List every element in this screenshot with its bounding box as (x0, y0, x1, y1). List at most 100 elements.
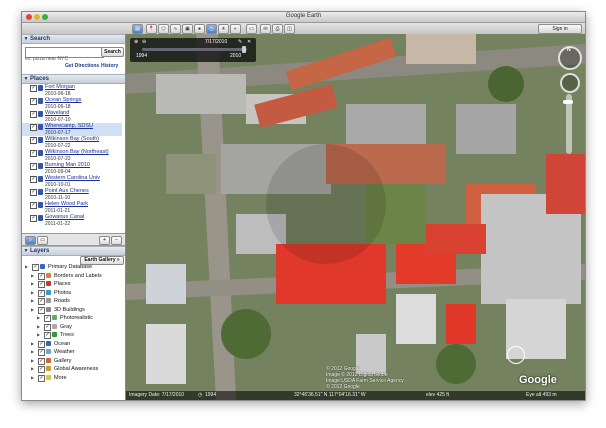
add-icon[interactable]: + (99, 236, 110, 245)
expand-arrow-icon[interactable]: ▶ (31, 357, 34, 365)
layer-item[interactable]: ▶ ✓ Photorealistic (22, 314, 125, 322)
sign-in-button[interactable]: Sign in (538, 24, 582, 34)
layer-checkbox[interactable]: ✓ (38, 298, 45, 305)
north-indicator[interactable]: N (567, 47, 571, 53)
zoom-slider-knob[interactable] (563, 100, 573, 104)
list-item[interactable]: ✓ Gowanus Canal 2011-01-22 (22, 214, 122, 227)
slider-handle[interactable] (242, 46, 246, 53)
place-name[interactable]: Burning Man 2010 (45, 162, 122, 168)
map-view[interactable]: ⊕ ⊖ 7/17/2010 ✎ ✕ 1994 2010 N © 2012 Goo… (126, 34, 585, 400)
list-item[interactable]: ✓ Helen Wood Park 2011-01-21 (22, 201, 122, 214)
layer-checkbox[interactable]: ✓ (38, 289, 45, 297)
layer-label[interactable]: Roads (54, 297, 70, 305)
checkbox[interactable]: ✓ (30, 137, 37, 144)
close-icon[interactable]: ✕ (247, 39, 251, 45)
layer-label[interactable]: Primary Database (48, 263, 92, 271)
slider-track[interactable] (142, 48, 247, 51)
layer-checkbox[interactable]: ✓ (38, 281, 45, 288)
checkbox[interactable]: ✓ (30, 98, 37, 105)
list-item[interactable]: ✓ Fort Morgan 2010-06-18 (22, 84, 122, 97)
layer-item[interactable]: ▶ ✓ Gallery (22, 357, 125, 365)
layer-checkbox[interactable]: ✓ (44, 323, 51, 331)
list-item[interactable]: ✓ Western Carolina Univ 2010-10-01 (22, 175, 122, 188)
layer-label[interactable]: Photorealistic (60, 314, 93, 322)
layer-checkbox[interactable]: ✓ (32, 264, 39, 271)
layer-label[interactable]: Photos (54, 289, 71, 297)
expand-arrow-icon[interactable]: ▶ (37, 323, 40, 331)
list-item[interactable]: ✓ Wherecamp, SDSU 2010-07-17 (22, 123, 122, 136)
history-link[interactable]: History (101, 63, 118, 69)
layer-label[interactable]: Borders and Labels (54, 272, 102, 280)
layer-item[interactable]: ▶ ✓ Trees (22, 331, 125, 339)
history-clock-icon[interactable]: ◷ (198, 391, 202, 400)
expand-arrow-icon[interactable]: ▶ (37, 314, 40, 322)
tour-guide-icon[interactable] (507, 346, 525, 364)
layer-label[interactable]: Global Awareness (54, 365, 98, 373)
place-name[interactable]: Wilkinson Bay (Northeast) (45, 149, 122, 155)
historical-imagery-icon[interactable]: ◷ (206, 24, 217, 34)
get-directions-link[interactable]: Get Directions (65, 63, 99, 69)
checkbox[interactable]: ✓ (30, 163, 37, 170)
layer-item[interactable]: ▶ ✓ Borders and Labels (22, 272, 125, 280)
email-icon[interactable]: ✉ (260, 24, 271, 34)
wrench-icon[interactable]: ✎ (238, 39, 242, 45)
folder-icon[interactable]: ▭ (37, 236, 48, 245)
places-panel-header[interactable]: ▼ Places (22, 74, 125, 84)
print-icon[interactable]: ⎙ (272, 24, 283, 34)
layer-label[interactable]: Places (54, 280, 71, 288)
expand-arrow-icon[interactable]: ▶ (37, 331, 40, 339)
layer-checkbox[interactable]: ✓ (38, 366, 45, 373)
layer-item[interactable]: ▶ ✓ Roads (22, 297, 125, 305)
search-button[interactable]: Search (101, 47, 124, 57)
layer-checkbox[interactable]: ✓ (38, 340, 45, 348)
expand-arrow-icon[interactable]: ▶ (31, 297, 34, 305)
expand-arrow-icon[interactable]: ▶ (25, 263, 28, 271)
layers-panel-header[interactable]: ▼ Layers (22, 246, 125, 256)
checkbox[interactable]: ✓ (30, 111, 37, 118)
search-places-button[interactable]: ⌕ (25, 236, 36, 245)
layer-checkbox[interactable]: ✓ (44, 315, 51, 322)
sidebar-toggle-icon[interactable]: ▤ (132, 24, 143, 34)
expand-arrow-icon[interactable]: ▶ (31, 272, 34, 280)
remove-icon[interactable]: − (111, 236, 122, 245)
place-name[interactable]: Ocean Springs (45, 97, 122, 103)
list-item[interactable]: ✓ Ocean Springs 2010-06-18 (22, 97, 122, 110)
checkbox[interactable]: ✓ (30, 150, 37, 157)
place-name[interactable]: Waveland (45, 110, 122, 116)
layer-checkbox[interactable]: ✓ (38, 374, 45, 382)
expand-arrow-icon[interactable]: ▶ (31, 365, 34, 373)
layer-item[interactable]: ▶ ✓ Photos (22, 289, 125, 297)
sun-icon[interactable]: ☀ (218, 24, 229, 34)
list-item[interactable]: ✓ Wilkinson Bay (Northeast) 2010-07-22 (22, 149, 122, 162)
ruler-icon[interactable]: ▭ (246, 24, 257, 34)
checkbox[interactable]: ✓ (30, 124, 37, 131)
expand-arrow-icon[interactable]: ▶ (31, 374, 34, 382)
expand-arrow-icon[interactable]: ▶ (31, 289, 34, 297)
layer-label[interactable]: 3D Buildings (54, 306, 85, 314)
move-joystick[interactable] (560, 73, 580, 93)
layer-item[interactable]: ▶ ✓ Primary Database (22, 263, 125, 271)
checkbox[interactable]: ✓ (30, 215, 37, 222)
layer-label[interactable]: Weather (54, 348, 75, 356)
checkbox[interactable]: ✓ (30, 189, 37, 196)
layer-label[interactable]: Gallery (54, 357, 71, 365)
maps-icon[interactable]: ◫ (284, 24, 295, 34)
path-icon[interactable]: ∿ (170, 24, 181, 34)
list-item[interactable]: ✓ Wilkinson Bay (South) 2010-07-22 (22, 136, 122, 149)
zoom-out-icon[interactable]: ⊖ (142, 39, 146, 45)
layer-item[interactable]: ▶ ✓ More (22, 374, 125, 382)
layer-item[interactable]: ▶ ✓ Gray (22, 323, 125, 331)
expand-arrow-icon[interactable]: ▶ (31, 306, 34, 314)
layer-item[interactable]: ▶ ✓ Weather (22, 348, 125, 356)
place-name[interactable]: Western Carolina Univ (45, 175, 122, 181)
place-name[interactable]: Wilkinson Bay (South) (45, 136, 122, 142)
expand-arrow-icon[interactable]: ▶ (31, 340, 34, 348)
layer-item[interactable]: ▶ ✓ 3D Buildings (22, 306, 125, 314)
overlay-icon[interactable]: ▣ (182, 24, 193, 34)
place-name[interactable]: Gowanus Canal (45, 214, 122, 220)
layer-label[interactable]: Ocean (54, 340, 70, 348)
placemark-icon[interactable]: 📍 (146, 24, 157, 34)
place-name[interactable]: Fort Morgan (45, 84, 122, 90)
tour-icon[interactable]: ● (194, 24, 205, 34)
layer-checkbox[interactable]: ✓ (38, 272, 45, 280)
